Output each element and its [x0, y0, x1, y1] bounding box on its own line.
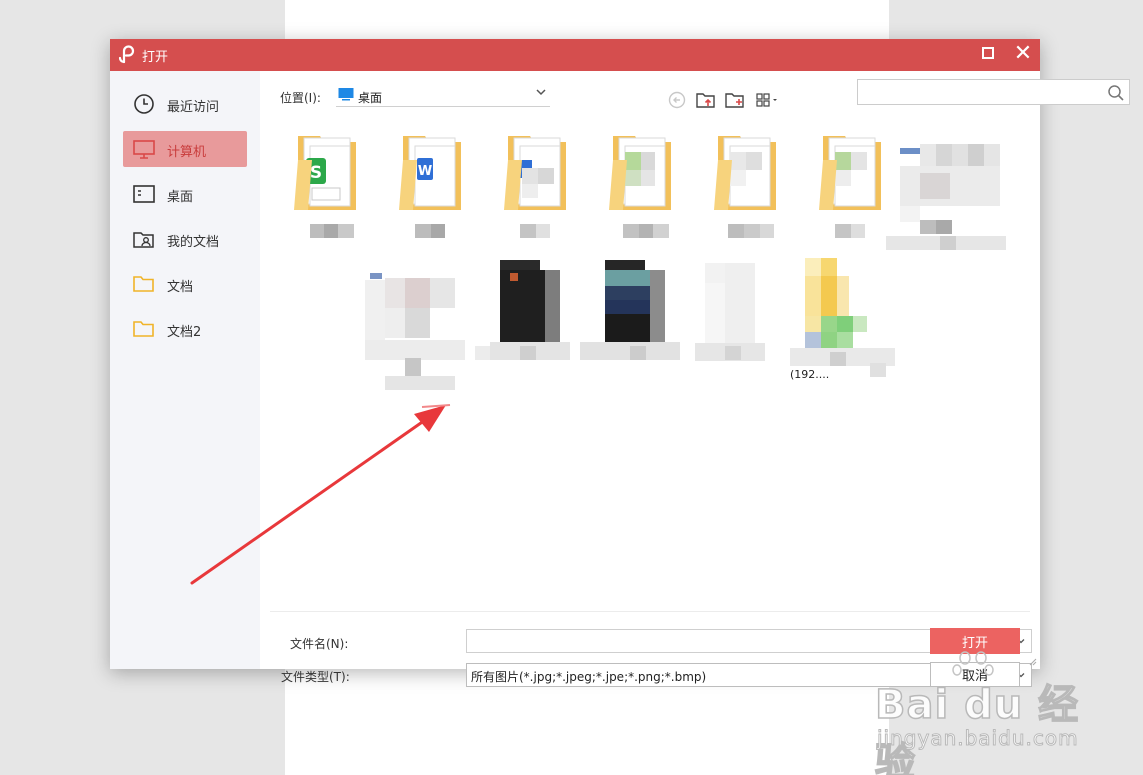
sidebar-item-computer[interactable]: 计算机: [123, 131, 247, 167]
sidebar-item-label: 文档: [167, 280, 194, 295]
back-icon[interactable]: [666, 89, 688, 111]
sidebar-item-documents[interactable]: 文档: [123, 266, 247, 302]
location-dropdown[interactable]: 桌面: [336, 83, 550, 107]
file-item[interactable]: [475, 260, 575, 398]
svg-text:W: W: [418, 164, 432, 179]
search-icon[interactable]: [1107, 84, 1125, 102]
sidebar-item-label: 最近访问: [167, 100, 220, 115]
desktop-small-icon: [338, 88, 354, 101]
file-item[interactable]: W: [387, 128, 487, 258]
watermark-url: jingyan.baidu.com: [877, 726, 1079, 751]
file-item[interactable]: [580, 260, 680, 398]
folder-document-icon: [714, 136, 776, 210]
folder-document-icon: W: [399, 136, 461, 210]
folder-icon: [133, 276, 154, 292]
open-file-dialog: 打开 ✕ 最近访问 计算机 桌面 我的文档 文档 文档2 位置(I): 桌面 S…: [110, 39, 1130, 687]
folder-image-icon: [609, 136, 671, 210]
close-icon[interactable]: ✕: [1012, 42, 1034, 66]
image-thumbnail: [900, 148, 920, 154]
file-caption: (192....: [790, 368, 830, 381]
sidebar-item-label: 我的文档: [167, 235, 220, 250]
maximize-icon[interactable]: [982, 47, 994, 59]
sidebar-item-documents2[interactable]: 文档2: [123, 311, 247, 347]
app-logo-icon: [118, 45, 135, 64]
chevron-down-icon: [536, 89, 546, 96]
search-input[interactable]: [864, 83, 1104, 101]
file-item[interactable]: [597, 128, 697, 258]
new-folder-icon[interactable]: [724, 89, 746, 111]
location-value: 桌面: [358, 91, 383, 105]
monitor-icon: [133, 140, 155, 159]
sidebar-item-label: 桌面: [167, 190, 194, 205]
main-panel: 位置(I): 桌面 S W (192.... 文件名(N): 文件类型(T): …: [260, 71, 1130, 687]
sidebar-item-label: 文档2: [167, 325, 202, 340]
image-thumbnail: [605, 260, 645, 270]
image-thumbnail: [500, 260, 540, 270]
baidu-jingyan-watermark: Bai du 经验 jingyan.baidu.com: [874, 650, 1085, 775]
filetype-label: 文件类型(T):: [281, 670, 350, 684]
up-folder-icon[interactable]: [695, 89, 717, 111]
search-box: [857, 79, 1130, 105]
file-item[interactable]: [690, 258, 790, 388]
filetype-value: 所有图片(*.jpg;*.jpeg;*.jpe;*.png;*.bmp): [471, 670, 707, 684]
location-label: 位置(I):: [280, 91, 321, 105]
clock-icon: [134, 94, 154, 114]
sidebar-item-my-documents[interactable]: 我的文档: [123, 221, 247, 257]
file-item[interactable]: [492, 128, 592, 258]
filename-label: 文件名(N):: [290, 637, 349, 651]
folder-image-icon: [819, 136, 881, 210]
file-list: S W (192....: [260, 123, 1040, 613]
sidebar-item-recent[interactable]: 最近访问: [123, 86, 247, 122]
view-mode-icon[interactable]: [754, 89, 782, 111]
user-folder-icon: [133, 232, 154, 248]
file-item[interactable]: [886, 128, 1020, 258]
footer-divider: [270, 611, 1030, 612]
folder-spreadsheet-icon: S: [294, 136, 356, 210]
image-thumbnail: [705, 263, 725, 283]
watermark-brand: Bai du 经验: [874, 681, 1080, 775]
file-item[interactable]: [365, 268, 470, 398]
dialog-titlebar: 打开 ✕: [110, 39, 1040, 71]
image-thumbnail: [370, 273, 382, 279]
sidebar-item-label: 计算机: [167, 145, 207, 160]
folder-icon: [133, 321, 154, 337]
svg-text:S: S: [310, 163, 322, 183]
sidebar-item-desktop[interactable]: 桌面: [123, 176, 247, 212]
image-thumbnail: [805, 258, 821, 276]
dialog-title: 打开: [142, 50, 169, 65]
sidebar: 最近访问 计算机 桌面 我的文档 文档 文档2: [110, 71, 260, 669]
file-item[interactable]: S: [282, 128, 382, 258]
desktop-icon: [133, 185, 155, 203]
file-item[interactable]: [702, 128, 802, 258]
file-item[interactable]: (192....: [790, 258, 900, 398]
